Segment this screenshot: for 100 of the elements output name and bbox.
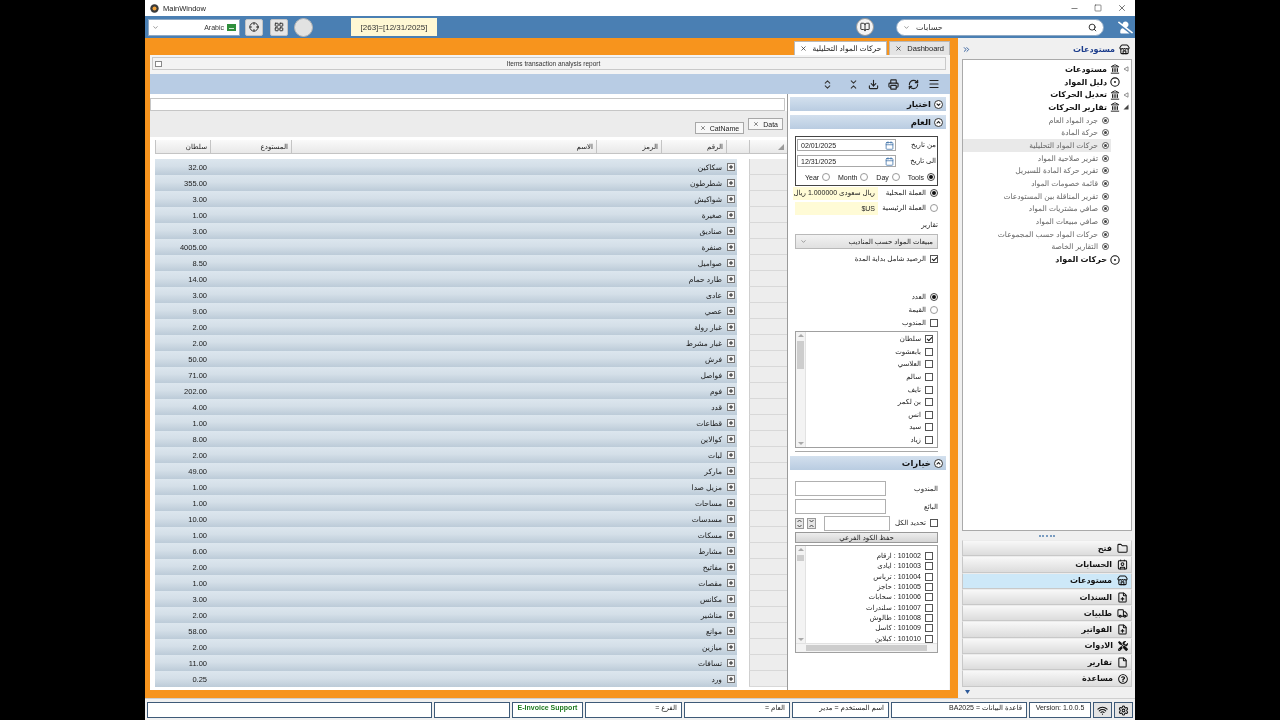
settings-icon[interactable] <box>1114 702 1133 718</box>
chevron-up-icon[interactable] <box>934 458 943 468</box>
checkbox[interactable] <box>930 519 938 527</box>
collapsed-triangle-icon[interactable] <box>1123 66 1129 73</box>
section-header[interactable]: اختيار <box>790 97 946 111</box>
user-slash-icon[interactable] <box>1118 19 1133 35</box>
expand-plus-icon[interactable] <box>727 163 735 171</box>
refresh-icon[interactable] <box>908 78 919 90</box>
calendar-icon[interactable] <box>885 156 894 166</box>
checkbox[interactable] <box>930 319 938 327</box>
expand-plus-icon[interactable] <box>727 563 735 571</box>
expand-plus-icon[interactable] <box>727 211 735 219</box>
checkbox[interactable] <box>925 335 933 344</box>
collapse-arrows-icon[interactable] <box>807 517 816 529</box>
tree-item[interactable]: مستودعات <box>963 63 1131 76</box>
checkbox[interactable] <box>925 634 933 643</box>
checkbox[interactable] <box>925 423 933 432</box>
nav-button[interactable]: مساعدة <box>962 670 1132 687</box>
expand-plus-icon[interactable] <box>727 515 735 523</box>
chevrons-down-up-icon[interactable] <box>848 78 859 90</box>
close-icon[interactable] <box>753 121 760 127</box>
expand-plus-icon[interactable] <box>727 419 735 427</box>
radio-button[interactable] <box>930 189 938 197</box>
expand-plus-icon[interactable] <box>727 275 735 283</box>
search-icon[interactable] <box>1088 22 1097 32</box>
expand-plus-icon[interactable] <box>727 243 735 251</box>
menu-icon[interactable] <box>928 78 940 90</box>
search-field[interactable]: حسابات <box>896 18 1104 36</box>
expand-plus-icon[interactable] <box>727 339 735 347</box>
radio-button[interactable] <box>860 173 869 181</box>
expand-plus-icon[interactable] <box>727 259 735 267</box>
expand-plus-icon[interactable] <box>727 499 735 507</box>
horizontal-scrollbar[interactable] <box>796 643 937 652</box>
collapse-button[interactable] <box>155 60 162 67</box>
checkbox[interactable] <box>925 562 933 571</box>
radio-button[interactable] <box>891 173 900 181</box>
chevrons-up-down-icon[interactable] <box>822 78 833 90</box>
chevron-up-icon[interactable] <box>934 117 943 127</box>
section-header[interactable]: خيارات <box>790 456 946 470</box>
expand-plus-icon[interactable] <box>727 323 735 331</box>
close-icon[interactable] <box>1117 3 1127 13</box>
download-icon[interactable] <box>868 78 879 90</box>
input-field[interactable] <box>795 481 886 496</box>
tree-item[interactable]: تقارير الحركات <box>963 101 1131 114</box>
expand-plus-icon[interactable] <box>727 467 735 475</box>
nav-button[interactable]: الحسابات <box>962 556 1132 573</box>
expand-plus-icon[interactable] <box>727 403 735 411</box>
checkbox[interactable] <box>925 398 933 407</box>
expand-plus-icon[interactable] <box>727 227 735 235</box>
checkbox[interactable] <box>925 552 933 561</box>
crosshair-button[interactable] <box>245 18 263 36</box>
close-icon[interactable] <box>800 45 808 52</box>
expanded-triangle-icon[interactable] <box>1123 104 1129 111</box>
print-icon[interactable] <box>888 78 899 90</box>
expand-plus-icon[interactable] <box>727 291 735 299</box>
expand-plus-icon[interactable] <box>727 675 735 683</box>
radio-button[interactable] <box>927 173 935 181</box>
expand-plus-icon[interactable] <box>727 595 735 603</box>
checkbox[interactable] <box>925 613 933 622</box>
expand-plus-icon[interactable] <box>727 195 735 203</box>
input-field[interactable] <box>824 515 890 531</box>
nav-button[interactable]: الفواتير <box>962 621 1132 638</box>
expand-plus-icon[interactable] <box>727 659 735 667</box>
radio-button[interactable] <box>930 204 938 212</box>
double-chevron-icon[interactable] <box>962 44 971 54</box>
input-field[interactable] <box>795 499 886 514</box>
radio-button[interactable] <box>930 293 938 301</box>
checkbox[interactable] <box>925 624 933 633</box>
expand-plus-icon[interactable] <box>727 307 735 315</box>
chevron-down-icon[interactable] <box>934 99 943 109</box>
checkbox[interactable] <box>925 385 933 394</box>
checkbox[interactable] <box>925 603 933 612</box>
expand-plus-icon[interactable] <box>727 643 735 651</box>
vertical-scrollbar[interactable] <box>796 546 806 643</box>
filter-field[interactable] <box>150 98 785 111</box>
radio-button[interactable] <box>822 173 831 181</box>
checkbox[interactable] <box>925 347 933 356</box>
round-button[interactable] <box>294 17 313 37</box>
expand-plus-icon[interactable] <box>727 371 735 379</box>
section-header[interactable]: العام <box>790 115 946 129</box>
checkbox[interactable] <box>925 572 933 581</box>
wifi-icon[interactable] <box>1093 702 1112 718</box>
collapsed-triangle-icon[interactable] <box>1123 91 1129 98</box>
close-icon[interactable] <box>699 125 706 131</box>
expand-plus-icon[interactable] <box>727 355 735 363</box>
expand-plus-icon[interactable] <box>727 179 735 187</box>
expand-plus-icon[interactable] <box>727 579 735 587</box>
checkbox[interactable] <box>925 410 933 419</box>
vertical-scrollbar[interactable] <box>796 332 806 447</box>
radio-button[interactable] <box>930 306 938 314</box>
expand-arrows-icon[interactable] <box>795 517 804 529</box>
checkbox[interactable] <box>925 593 933 602</box>
splitter-handle[interactable] <box>1039 534 1055 537</box>
tree-item[interactable]: حركات المواد <box>963 253 1131 266</box>
tree-item[interactable]: تعديل الحركات <box>963 88 1131 102</box>
expand-plus-icon[interactable] <box>727 451 735 459</box>
expand-plus-icon[interactable] <box>727 531 735 539</box>
expand-plus-icon[interactable] <box>727 611 735 619</box>
expand-plus-icon[interactable] <box>727 547 735 555</box>
expand-plus-icon[interactable] <box>727 483 735 491</box>
